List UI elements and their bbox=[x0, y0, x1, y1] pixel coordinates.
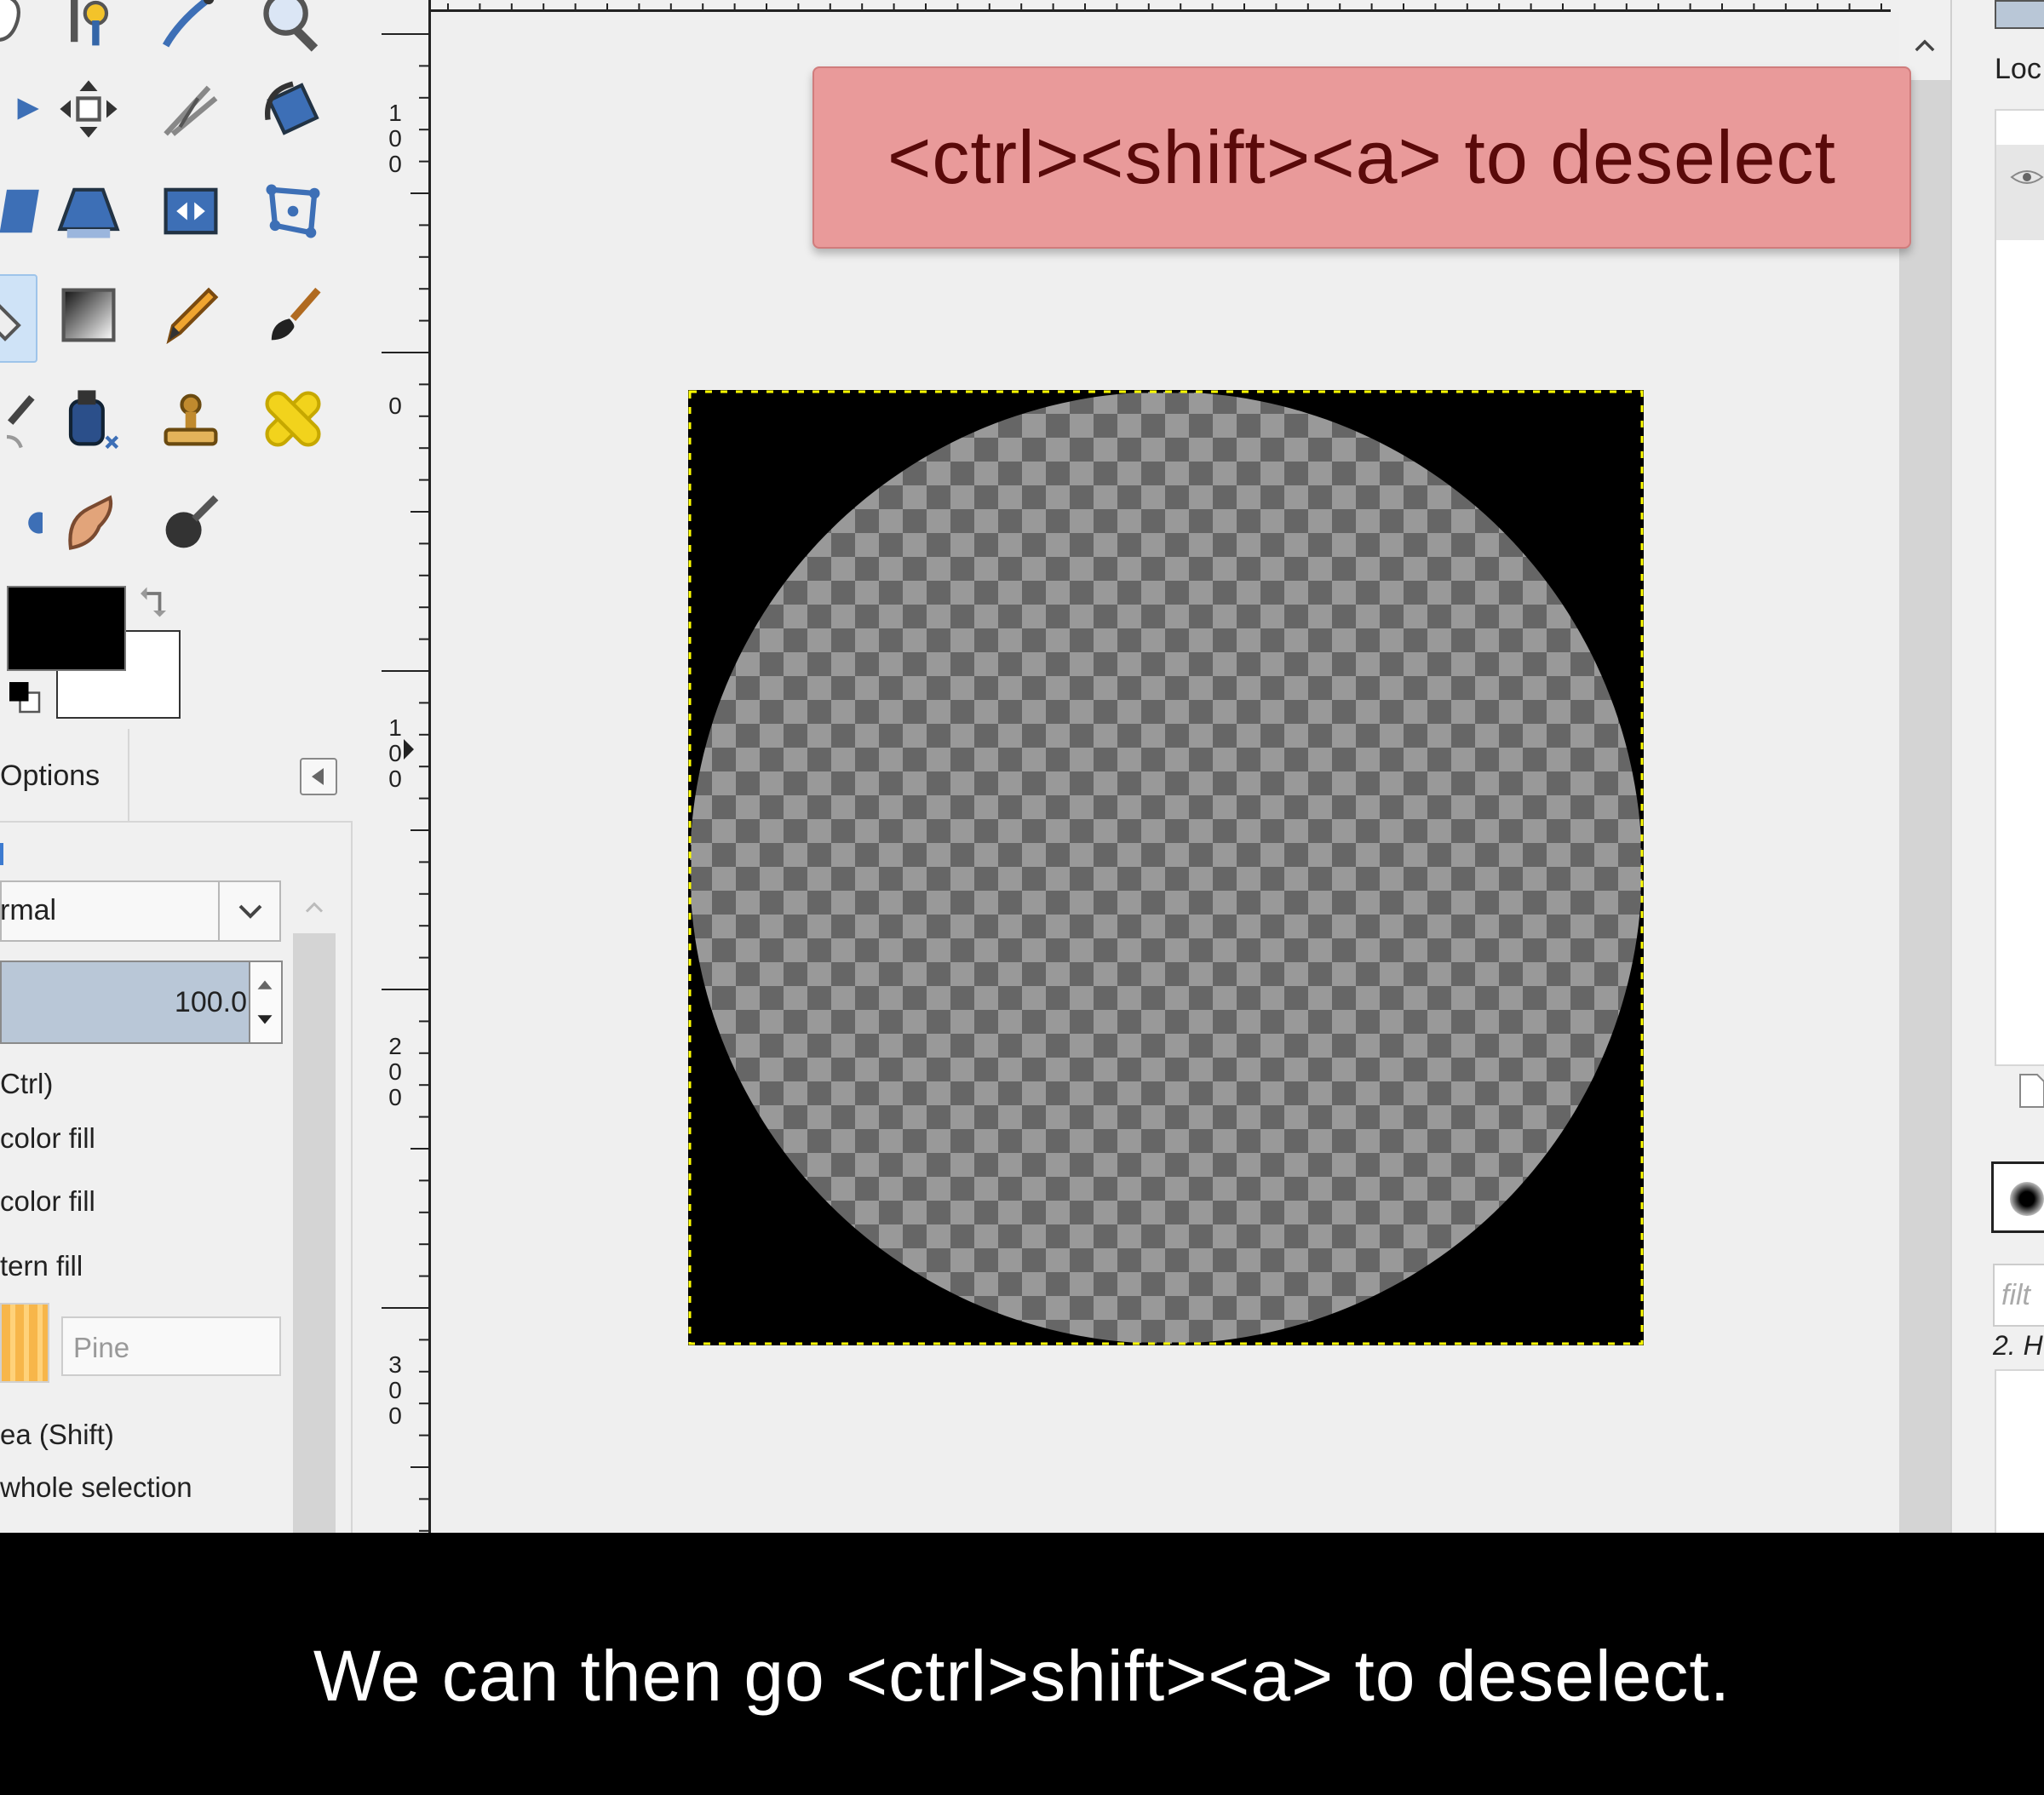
chevron-up-icon bbox=[305, 902, 324, 913]
free-select-icon[interactable] bbox=[0, 0, 48, 61]
align-icon[interactable] bbox=[0, 68, 48, 150]
rotate-icon[interactable] bbox=[252, 68, 334, 150]
pattern-name-text: Pine bbox=[73, 1332, 130, 1363]
brush-list[interactable] bbox=[1995, 1369, 2044, 1543]
dodge-icon[interactable] bbox=[0, 482, 48, 564]
reset-colors-icon[interactable] bbox=[5, 678, 48, 720]
horizontal-ruler-ticks bbox=[447, 3, 1882, 12]
dock-tab-button[interactable] bbox=[1995, 0, 2044, 29]
ruler-label-neg100: 1 0 0 bbox=[388, 100, 402, 177]
ruler-label-200: 2 0 0 bbox=[388, 1033, 402, 1110]
zoom-icon[interactable] bbox=[252, 0, 334, 61]
pencil-icon[interactable] bbox=[150, 274, 232, 356]
affected-area-label: ea (Shift) bbox=[0, 1419, 114, 1450]
modifier-ctrl-label: Ctrl) bbox=[0, 1068, 54, 1099]
opacity-spinner[interactable] bbox=[250, 961, 283, 1044]
chevron-down-icon bbox=[238, 904, 262, 919]
options-scrollbar[interactable] bbox=[293, 882, 336, 1538]
ruler-label-300: 3 0 0 bbox=[388, 1351, 402, 1429]
chevron-up-icon bbox=[1915, 39, 1935, 52]
transparent-circle bbox=[690, 392, 1642, 1344]
opacity-value: 100.0 bbox=[174, 986, 247, 1018]
mode-dropdown-button[interactable] bbox=[218, 880, 281, 942]
perspective-icon[interactable] bbox=[48, 170, 129, 252]
burn-icon[interactable] bbox=[150, 482, 232, 564]
cage-transform-icon[interactable] bbox=[252, 170, 334, 252]
eye-icon[interactable] bbox=[2010, 160, 2044, 194]
subtitle-text: We can then go <ctrl>shift><a> to desele… bbox=[313, 1636, 1731, 1716]
move-icon[interactable] bbox=[48, 68, 129, 150]
foreground-color-swatch[interactable] bbox=[7, 586, 126, 671]
new-layer-icon[interactable] bbox=[2015, 1071, 2044, 1110]
brush-name-label: 2. H bbox=[1993, 1330, 2043, 1361]
panel-marker bbox=[0, 843, 3, 865]
paths-icon[interactable] bbox=[150, 0, 232, 61]
blend-icon[interactable] bbox=[48, 274, 129, 356]
smudge-icon[interactable] bbox=[48, 482, 129, 564]
paintbrush-icon[interactable] bbox=[252, 274, 334, 356]
options-scroll-up[interactable] bbox=[293, 882, 336, 933]
fuzzy-select-icon[interactable] bbox=[48, 0, 129, 61]
ruler-label-0: 0 bbox=[388, 393, 402, 419]
layers-list[interactable] bbox=[1995, 109, 2044, 1066]
brush-shape-icon bbox=[2010, 1182, 2044, 1216]
pattern-swatch[interactable] bbox=[0, 1303, 49, 1383]
airbrush-icon[interactable] bbox=[0, 378, 48, 460]
panel-menu-button[interactable] bbox=[300, 758, 337, 795]
heal-icon[interactable] bbox=[252, 378, 334, 460]
shear-icon[interactable] bbox=[0, 170, 48, 252]
flip-icon[interactable] bbox=[150, 170, 232, 252]
bucket-fill-icon[interactable] bbox=[0, 274, 37, 363]
ruler-label-100: 1 0 0 bbox=[388, 714, 402, 792]
brush-filter-placeholder: filt bbox=[2001, 1279, 2030, 1311]
clone-icon[interactable] bbox=[150, 378, 232, 460]
image-canvas[interactable] bbox=[688, 390, 1644, 1345]
fill-bg-option[interactable]: color fill bbox=[0, 1185, 95, 1218]
mode-select-value: rmal bbox=[0, 894, 57, 926]
fill-pattern-option[interactable]: tern fill bbox=[0, 1250, 83, 1282]
lock-label: Loc bbox=[1995, 53, 2041, 85]
ink-icon[interactable] bbox=[48, 378, 129, 460]
tab-tool-options-label: Options bbox=[0, 760, 100, 792]
keystroke-overlay-text: <ctrl><shift><a> to deselect bbox=[887, 115, 1837, 199]
swap-colors-icon[interactable] bbox=[136, 581, 179, 623]
crop-icon[interactable] bbox=[150, 68, 232, 150]
fill-fg-option[interactable]: color fill bbox=[0, 1122, 95, 1155]
fill-whole-selection-option[interactable]: whole selection bbox=[0, 1471, 192, 1504]
